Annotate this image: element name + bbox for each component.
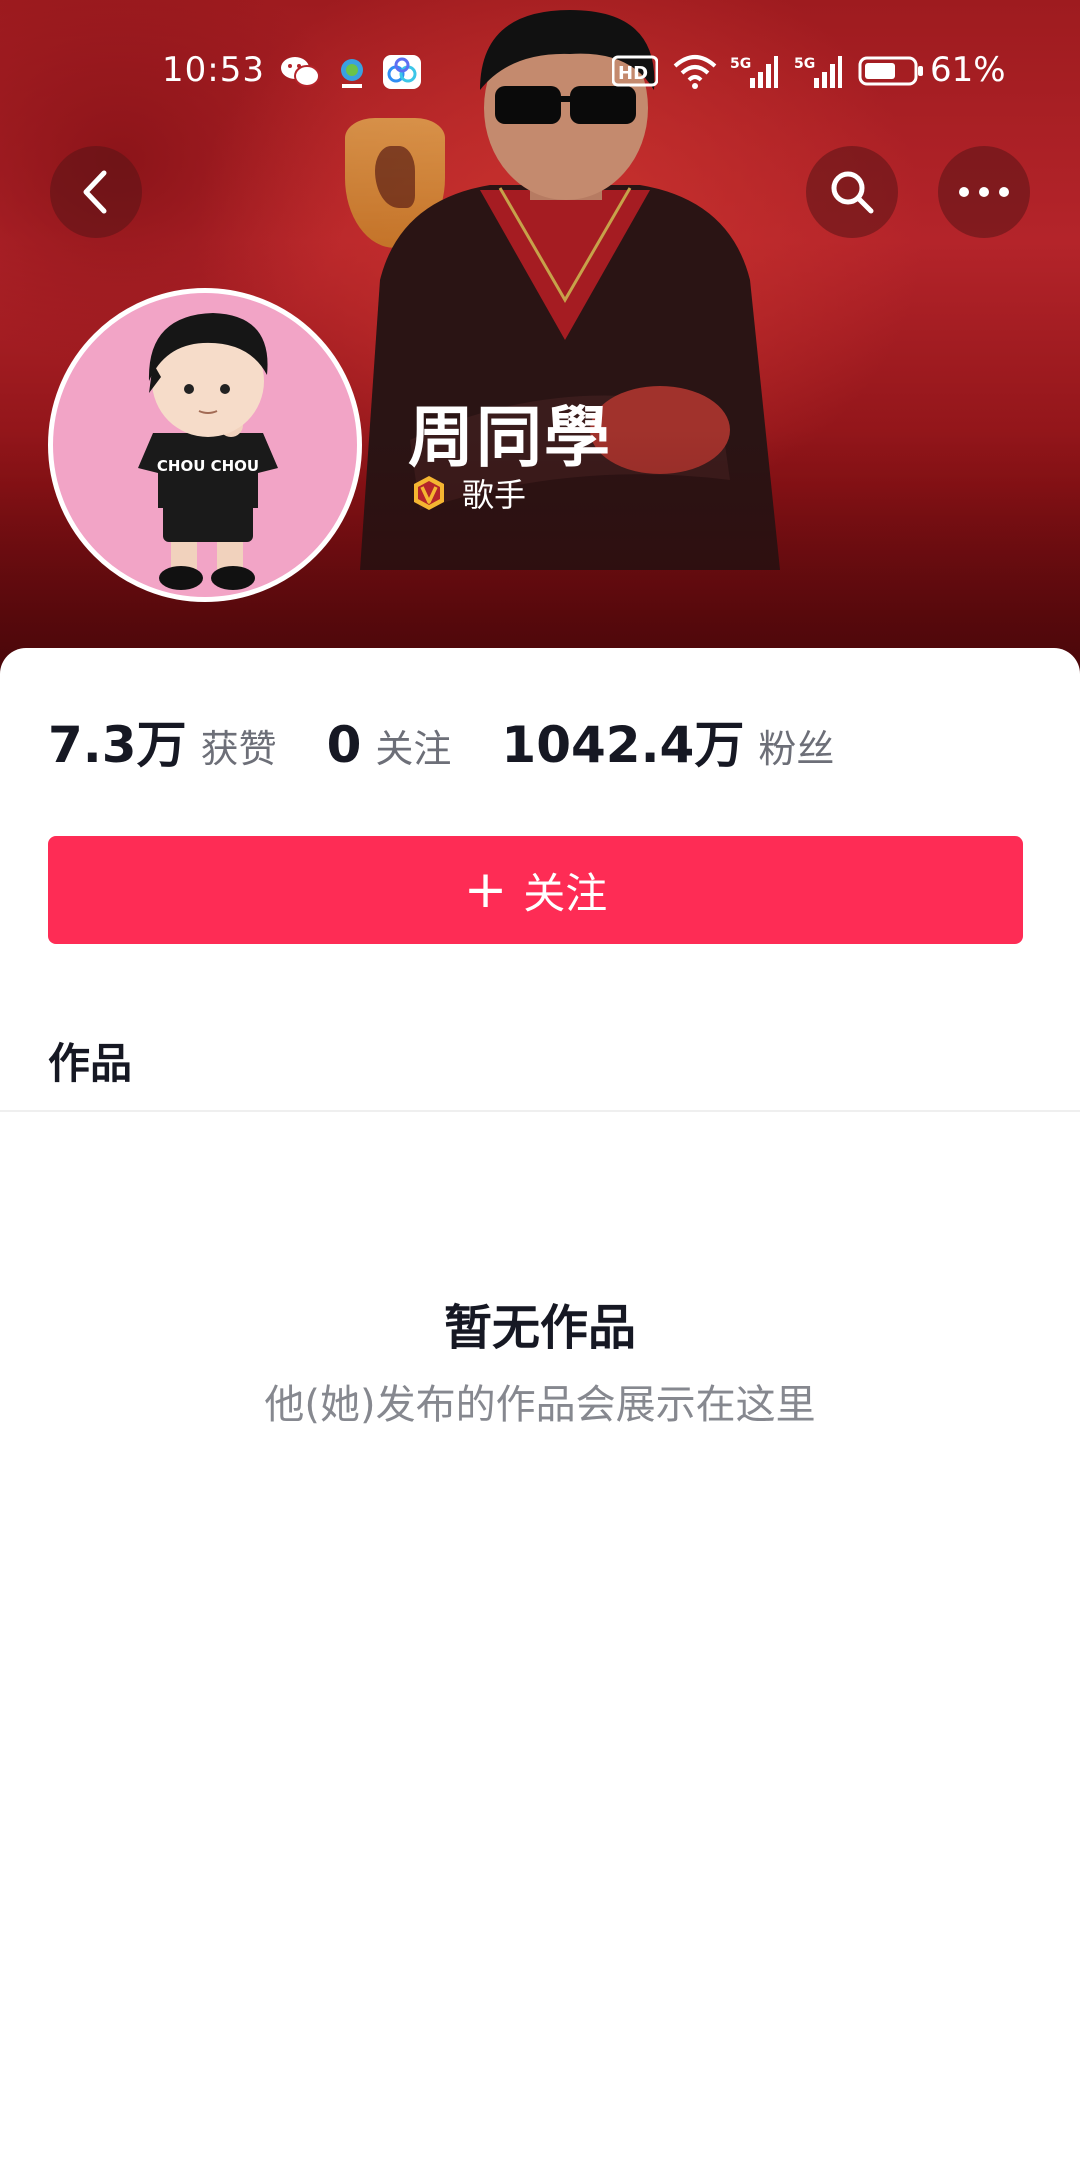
battery-percent: 61% [930,50,1006,90]
profile-name: 周同學 [408,399,612,476]
empty-state-title: 暂无作品 [443,1300,636,1356]
hd-icon: HD [611,54,659,92]
tab-works[interactable]: 作品 [48,1030,132,1091]
profile-role-label: 歌手 [462,476,527,514]
avatar[interactable]: CHOU CHOU [48,288,362,602]
profile-role: 歌手 [410,470,526,516]
status-time: 10:53 [162,50,265,90]
empty-state-subtitle: 他(她)发布的作品会展示在这里 [264,1382,816,1428]
likes-count: 7.3万 [48,716,187,774]
avatar-figure: CHOU CHOU [138,313,278,590]
wechat-icon [280,54,320,94]
figure-shirt-text: CHOU CHOU [157,457,259,475]
profile-stats: 7.3万 获赞 0 关注 1042.4万 粉丝 [48,705,884,777]
network-label-1: 5G [730,56,751,72]
signal-5g-icon: 5G [794,54,842,94]
follow-button-label: 关注 [523,868,608,918]
followers-count[interactable]: 1042.4万 [501,705,744,777]
plus-icon: + [463,860,508,920]
app-icon [334,54,370,94]
verified-v-icon [414,476,444,510]
baidu-netdisk-icon [382,54,422,94]
more-button[interactable] [938,146,1030,238]
signal-5g-icon: 5G [730,54,778,94]
more-icon [959,187,1009,197]
back-button[interactable] [50,146,142,238]
hd-label: HD [618,63,648,84]
battery-icon [858,54,924,92]
likes-label: 获赞 [200,727,277,771]
wifi-icon [672,54,718,94]
search-icon [831,171,874,214]
following-count[interactable]: 0 [327,716,362,774]
network-label-2: 5G [794,56,815,72]
tab-divider [0,1110,1080,1112]
search-button[interactable] [806,146,898,238]
follow-button[interactable]: + 关注 [48,836,1023,944]
chevron-left-icon [83,170,107,214]
followers-label[interactable]: 粉丝 [758,718,834,773]
following-label[interactable]: 关注 [375,718,451,773]
status-bar: 10:53 HD 5G 5G 61% [0,0,1080,140]
